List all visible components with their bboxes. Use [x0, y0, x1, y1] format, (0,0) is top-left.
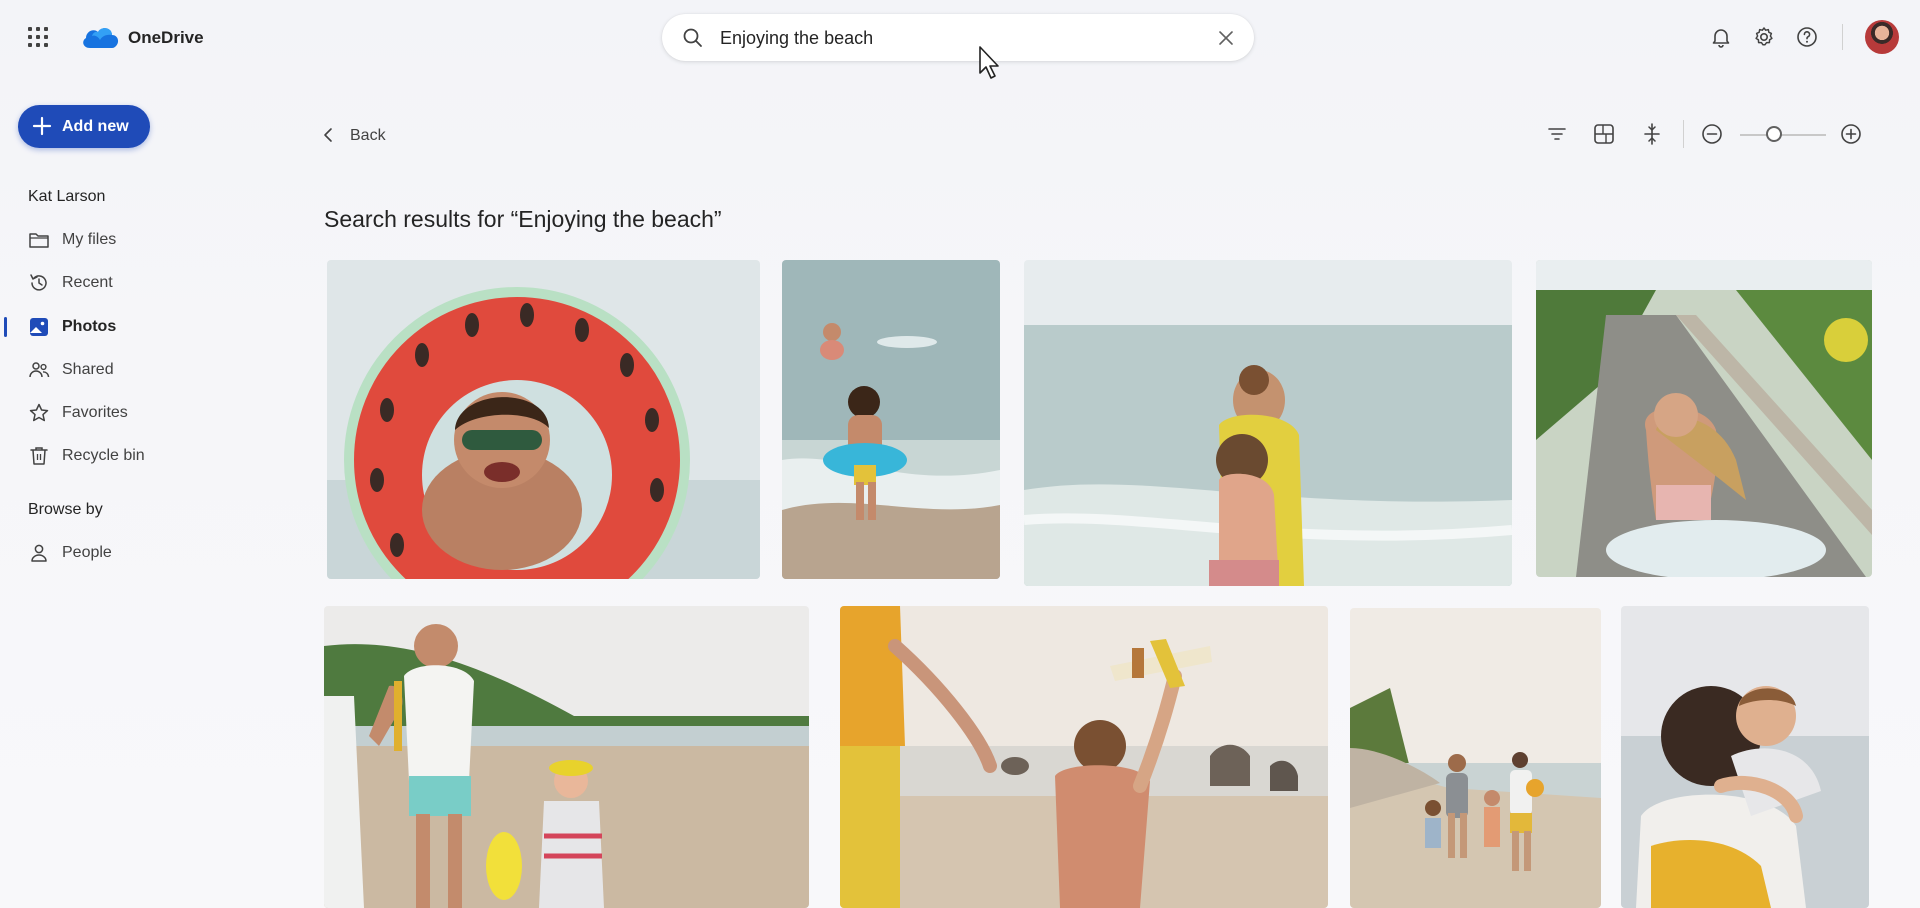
sidebar-item-people[interactable]: People	[0, 532, 240, 572]
add-new-button[interactable]: Add new	[18, 105, 150, 148]
add-new-label: Add new	[62, 118, 129, 135]
sidebar-item-label: Shared	[62, 361, 114, 378]
image-icon	[30, 318, 48, 336]
sidebar-item-favorites[interactable]: Favorites	[0, 392, 240, 432]
sidebar-item-recent[interactable]: Recent	[0, 262, 240, 302]
sidebar-item-label: Favorites	[62, 404, 128, 421]
compact-view-icon[interactable]	[1639, 121, 1665, 147]
back-button[interactable]: Back	[320, 122, 400, 150]
clear-search-icon[interactable]	[1216, 28, 1236, 48]
zoom-slider-thumb[interactable]	[1766, 126, 1783, 142]
people-icon	[29, 362, 50, 378]
sidebar-item-label: People	[62, 544, 112, 561]
photo-tile[interactable]	[1350, 608, 1601, 908]
plus-icon	[32, 116, 52, 136]
toolbar-divider	[1842, 24, 1843, 50]
star-icon	[29, 403, 49, 422]
search-input[interactable]	[720, 26, 1190, 50]
photo-tile[interactable]	[324, 606, 809, 908]
sidebar-item-recycle-bin[interactable]: Recycle bin	[0, 435, 240, 475]
top-bar: OneDrive	[0, 0, 1920, 79]
back-label: Back	[350, 127, 386, 144]
sidebar-item-my-files[interactable]: My files	[0, 219, 240, 259]
photo-tile[interactable]	[1024, 260, 1512, 586]
photo-tile[interactable]	[840, 606, 1328, 908]
layout-icon[interactable]	[1591, 121, 1617, 147]
filter-icon[interactable]	[1544, 121, 1570, 147]
settings-gear-icon[interactable]	[1752, 25, 1776, 49]
browse-by-heading: Browse by	[28, 501, 103, 518]
photo-tile[interactable]	[782, 260, 1000, 579]
zoom-in-icon[interactable]	[1838, 121, 1864, 147]
sidebar-item-label: Recycle bin	[62, 447, 145, 464]
sidebar-item-label: Photos	[62, 318, 117, 335]
app-launcher-icon[interactable]	[28, 27, 50, 49]
photo-tile[interactable]	[1621, 606, 1869, 908]
sidebar-item-label: My files	[62, 231, 117, 248]
page-title: Search results for “Enjoying the beach”	[324, 206, 722, 232]
account-name: Kat Larson	[28, 188, 106, 205]
active-indicator	[4, 317, 7, 337]
photo-tile[interactable]	[327, 260, 760, 579]
app-name[interactable]: OneDrive	[128, 28, 204, 48]
mouse-cursor-icon	[979, 46, 999, 79]
sidebar-item-shared[interactable]: Shared	[0, 349, 240, 389]
sidebar-item-photos[interactable]: Photos	[0, 306, 240, 346]
history-icon	[30, 274, 47, 291]
zoom-slider-track[interactable]	[1740, 134, 1826, 136]
onedrive-logo-icon	[80, 22, 120, 50]
photo-tile[interactable]	[1536, 260, 1872, 577]
toolbar-divider	[1683, 120, 1684, 148]
zoom-out-icon[interactable]	[1699, 121, 1725, 147]
chevron-left-icon	[324, 128, 332, 142]
folder-icon	[29, 233, 49, 248]
search-box[interactable]	[662, 14, 1254, 61]
search-icon	[683, 28, 702, 47]
trash-icon	[30, 447, 48, 465]
user-avatar[interactable]	[1865, 20, 1899, 54]
person-icon	[31, 544, 47, 562]
help-icon[interactable]	[1795, 25, 1819, 49]
sidebar-item-label: Recent	[62, 274, 113, 291]
notification-bell-icon[interactable]	[1709, 25, 1733, 49]
